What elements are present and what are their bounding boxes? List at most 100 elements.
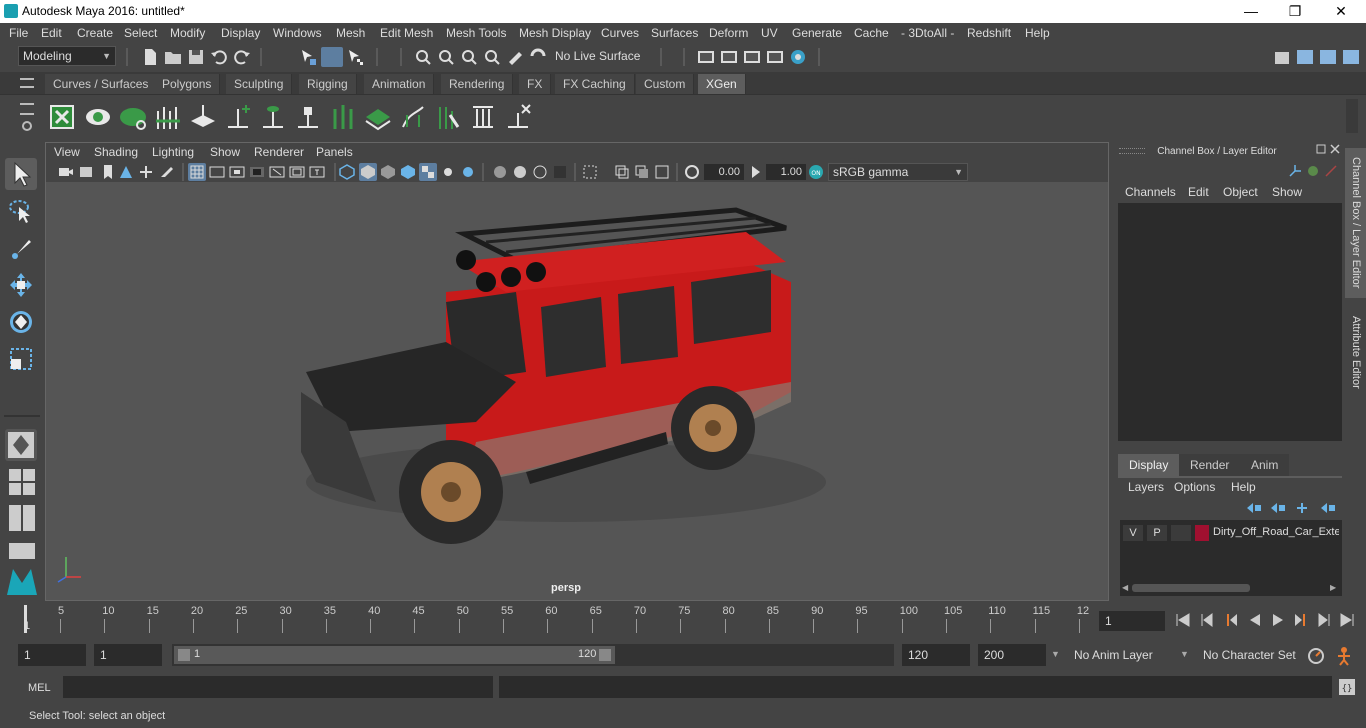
shadows-icon[interactable]: [460, 164, 476, 180]
make-live-icon[interactable]: [506, 48, 524, 66]
menu-3dtoall[interactable]: - 3DtoAll -: [901, 26, 954, 40]
scene-end-field[interactable]: 200: [978, 644, 1046, 666]
render-current-frame-icon[interactable]: [720, 48, 738, 66]
xgen-guides-icon[interactable]: [329, 103, 357, 131]
xgen-cut-icon[interactable]: [434, 103, 462, 131]
menu-surfaces[interactable]: Surfaces: [651, 26, 698, 40]
depth-of-field-icon[interactable]: [552, 164, 568, 180]
chevron-down-icon[interactable]: ▼: [1180, 649, 1189, 659]
auto-keyframe-icon[interactable]: [1306, 646, 1326, 666]
xgen-groom-icon[interactable]: [154, 103, 182, 131]
screen-space-ao-icon[interactable]: [492, 164, 508, 180]
resolution-gate-icon[interactable]: [229, 164, 245, 180]
rotate-tool-button[interactable]: [5, 306, 37, 338]
use-default-material-button[interactable]: [419, 163, 437, 181]
ipr-render-icon[interactable]: [743, 48, 761, 66]
wireframe-on-shaded-icon[interactable]: [380, 164, 396, 180]
camera-attributes-icon[interactable]: [78, 164, 94, 180]
tab-xgen[interactable]: XGen: [698, 74, 746, 94]
menu-windows[interactable]: Windows: [273, 26, 322, 40]
open-scene-icon[interactable]: [164, 48, 182, 66]
viewport-menu-view[interactable]: View: [54, 145, 80, 159]
layout-four-view-icon[interactable]: [8, 468, 36, 496]
attribute-editor-toggle-icon[interactable]: [1296, 48, 1314, 66]
step-back-key-icon[interactable]: [1223, 612, 1239, 628]
menu-mesh[interactable]: Mesh: [336, 26, 365, 40]
film-gate-icon[interactable]: [209, 164, 225, 180]
layer-row[interactable]: V P Dirty_Off_Road_Car_Exte: [1123, 524, 1339, 542]
manipulator-icon[interactable]: [1306, 164, 1320, 178]
exposure-icon[interactable]: [684, 164, 700, 180]
camera-icon[interactable]: [58, 164, 74, 180]
xgen-place-icon[interactable]: [189, 103, 217, 131]
speed-icon[interactable]: [1324, 164, 1338, 178]
tab-curves-surfaces[interactable]: Curves / Surfaces: [45, 74, 158, 94]
isolate-select-icon[interactable]: [582, 164, 598, 180]
scroll-left-icon[interactable]: ◀: [1122, 583, 1128, 592]
undo-icon[interactable]: [210, 48, 228, 66]
tab-custom[interactable]: Custom: [636, 74, 695, 94]
live-surface-field[interactable]: No Live Surface: [551, 47, 655, 67]
tab-fx[interactable]: FX: [519, 74, 552, 94]
textured-icon[interactable]: [400, 164, 416, 180]
single-perspective-layout-button[interactable]: [5, 429, 37, 461]
go-to-end-icon[interactable]: [1339, 612, 1355, 628]
tab-rigging[interactable]: Rigging: [299, 74, 357, 94]
select-by-hierarchy-icon[interactable]: [299, 48, 317, 66]
playback-start-field[interactable]: 1: [94, 644, 162, 666]
gate-mask-icon[interactable]: [249, 164, 265, 180]
tab-anim[interactable]: Anim: [1240, 454, 1290, 476]
tab-animation[interactable]: Animation: [364, 74, 435, 94]
xgen-lock-icon[interactable]: [294, 103, 322, 131]
xgen-description-icon[interactable]: [119, 103, 147, 131]
new-scene-icon[interactable]: [141, 48, 159, 66]
animation-preferences-icon[interactable]: [1334, 646, 1354, 666]
snap-to-curve-icon[interactable]: [437, 48, 455, 66]
layer-menu-options[interactable]: Options: [1174, 480, 1215, 494]
close-icon[interactable]: [1330, 144, 1340, 154]
menu-curves[interactable]: Curves: [601, 26, 639, 40]
shelf-scroll[interactable]: [1346, 99, 1358, 133]
tool-settings-toggle-icon[interactable]: [1319, 48, 1337, 66]
menu-generate[interactable]: Generate: [792, 26, 842, 40]
xgen-delete-guide-icon[interactable]: [504, 103, 532, 131]
minimize-button[interactable]: —: [1228, 0, 1274, 23]
gear-icon[interactable]: [20, 119, 34, 133]
chevron-down-icon[interactable]: ▼: [1051, 649, 1060, 659]
viewport-menu-shading[interactable]: Shading: [94, 145, 138, 159]
tab-sculpting[interactable]: Sculpting: [226, 74, 293, 94]
anim-layer-field[interactable]: No Anim Layer: [1068, 644, 1170, 666]
grease-pencil-icon[interactable]: [158, 164, 174, 180]
range-start-grip[interactable]: [178, 649, 190, 661]
go-to-start-icon[interactable]: [1175, 612, 1191, 628]
menu-create[interactable]: Create: [77, 26, 113, 40]
playback-end-field[interactable]: 120: [902, 644, 970, 666]
layout-graph-editor-icon[interactable]: [8, 542, 36, 560]
channel-menu-edit[interactable]: Edit: [1188, 185, 1209, 199]
menu-redshift[interactable]: Redshift: [967, 26, 1011, 40]
step-forward-key-icon[interactable]: [1293, 612, 1309, 628]
xray-joints-icon[interactable]: [654, 164, 670, 180]
mode-dropdown[interactable]: Modeling ▼: [18, 46, 116, 66]
script-language-label[interactable]: MEL: [28, 682, 51, 694]
xgen-select-guide-icon[interactable]: [259, 103, 287, 131]
scale-tool-button[interactable]: [5, 343, 37, 375]
bookmark-icon[interactable]: [100, 164, 116, 180]
select-by-object-type-button[interactable]: [321, 47, 343, 67]
xgen-sculpt-icon[interactable]: [364, 103, 392, 131]
menu-file[interactable]: File: [9, 26, 28, 40]
float-panel-icon[interactable]: [1316, 144, 1326, 154]
layer-horizontal-scrollbar[interactable]: ◀ ▶: [1120, 582, 1342, 594]
viewport-menu-show[interactable]: Show: [210, 145, 240, 159]
xgen-bend-icon[interactable]: [399, 103, 427, 131]
xgen-normalize-icon[interactable]: [469, 103, 497, 131]
gamma-icon[interactable]: [748, 164, 764, 180]
axis-display-icon[interactable]: [1288, 164, 1302, 178]
lasso-tool-button[interactable]: [5, 195, 37, 227]
hypershade-icon[interactable]: [789, 48, 807, 66]
play-backwards-icon[interactable]: [1247, 612, 1263, 628]
shelf-collapse-icon[interactable]: [20, 103, 34, 115]
viewport-3d-scene[interactable]: persp: [46, 182, 1108, 600]
xgen-add-guide-icon[interactable]: [224, 103, 252, 131]
layer-color-swatch[interactable]: [1195, 525, 1209, 541]
